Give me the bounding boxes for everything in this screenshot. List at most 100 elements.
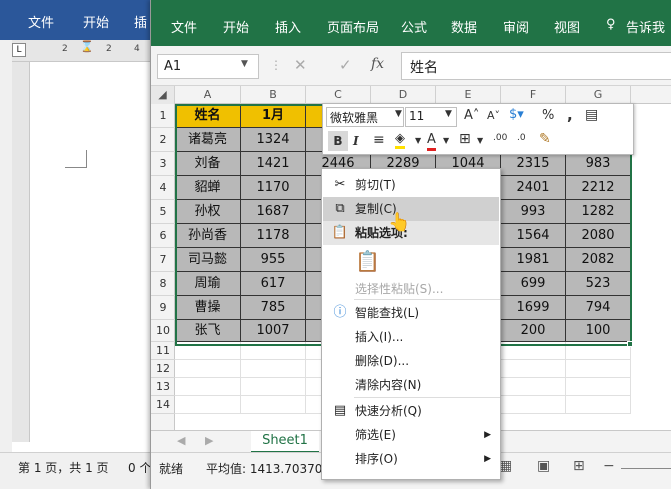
borders-icon[interactable]: ⊞ [459,131,471,147]
empty-cell[interactable] [241,342,306,360]
column-header[interactable]: F [501,86,566,104]
fill-handle[interactable] [627,341,633,347]
table-cell[interactable]: 1170 [241,176,306,200]
table-cell[interactable]: 993 [501,200,566,224]
insert-function-icon[interactable]: fx [371,56,384,72]
next-sheet-icon[interactable]: ▶ [205,434,213,447]
column-header[interactable]: A [175,86,241,104]
comma-style-button[interactable]: , [567,106,573,124]
column-header[interactable]: E [436,86,501,104]
zoom-slider[interactable] [621,468,671,469]
column-header[interactable]: D [371,86,436,104]
percent-button[interactable]: % [542,108,554,123]
row-header[interactable]: 13 [151,378,175,396]
row-header[interactable]: 3 [151,152,175,176]
table-cell[interactable]: 1699 [501,296,566,320]
empty-cell[interactable] [175,396,241,414]
page-break-view-icon[interactable]: ⊞ [573,458,585,474]
tab-view[interactable]: 视图 [554,17,580,36]
decrease-font-icon[interactable]: A˅ [487,109,500,122]
context-menu-item[interactable]: ⓘ 智能查找(L) [323,301,499,325]
table-cell[interactable]: 794 [566,296,631,320]
context-menu-item[interactable]: 清除内容(N) [323,373,499,397]
empty-cell[interactable] [501,396,566,414]
row-header[interactable]: 12 [151,360,175,378]
row-header[interactable]: 9 [151,296,175,320]
empty-cell[interactable] [566,378,631,396]
tab-review[interactable]: 审阅 [503,17,529,36]
table-cell[interactable]: 523 [566,272,631,296]
zoom-out-icon[interactable]: − [603,458,615,474]
chevron-down-icon[interactable]: ▼ [443,136,449,145]
bold-button[interactable]: B [328,131,348,151]
table-cell[interactable]: 1564 [501,224,566,248]
table-cell[interactable]: 周瑜 [175,272,241,296]
word-tab-file[interactable]: 文件 [28,12,54,31]
word-horizontal-ruler[interactable]: L 2 ⌛ 2 4 [12,40,160,62]
row-header[interactable]: 4 [151,176,175,200]
context-menu-item[interactable]: 插入(I)... [323,325,499,349]
drag-handle-icon[interactable]: ⋮ [270,58,282,72]
number-format-icon[interactable]: $▾ [509,107,524,122]
tab-home[interactable]: 开始 [223,17,249,36]
empty-cell[interactable] [241,360,306,378]
table-cell[interactable]: 刘备 [175,152,241,176]
chevron-down-icon[interactable]: ▼ [445,109,452,119]
table-cell[interactable]: 貂蝉 [175,176,241,200]
formula-input[interactable]: 姓名 [401,52,671,80]
row-header[interactable]: 1 [151,104,175,128]
row-header[interactable]: 10 [151,320,175,342]
table-cell[interactable]: 2212 [566,176,631,200]
word-document-page[interactable] [30,62,160,452]
chevron-down-icon[interactable]: ▼ [477,136,483,145]
empty-cell[interactable] [175,342,241,360]
font-name-select[interactable]: 微软雅黑 [326,107,404,127]
row-header[interactable]: 14 [151,396,175,414]
tab-data[interactable]: 数据 [451,17,477,36]
sheet-tab[interactable]: Sheet1 [251,431,319,453]
cancel-icon[interactable]: ✕ [294,56,307,74]
table-cell[interactable]: 孙权 [175,200,241,224]
word-tab-home[interactable]: 开始 [83,12,109,31]
italic-button[interactable]: I [353,131,359,151]
table-cell[interactable]: 1178 [241,224,306,248]
empty-cell[interactable] [501,360,566,378]
context-menu-item[interactable]: 排序(O) ▶ [323,447,499,471]
page-layout-view-icon[interactable]: ▣ [537,458,550,474]
indent-marker-icon[interactable]: ⌛ [80,40,94,53]
lightbulb-icon[interactable]: ♀ [606,17,616,32]
column-header[interactable]: C [306,86,371,104]
tab-stop-icon[interactable]: L [12,43,26,57]
empty-cell[interactable] [241,396,306,414]
table-cell[interactable]: 2080 [566,224,631,248]
empty-cell[interactable] [501,342,566,360]
table-cell[interactable]: 100 [566,320,631,342]
align-center-icon[interactable]: ≡ [373,132,385,148]
row-header[interactable]: 6 [151,224,175,248]
table-cell[interactable]: 785 [241,296,306,320]
table-cell[interactable]: 983 [566,152,631,176]
context-menu-item[interactable]: 删除(D)... [323,349,499,373]
table-cell[interactable]: 司马懿 [175,248,241,272]
empty-cell[interactable] [175,378,241,396]
select-all-corner[interactable]: ◢ [151,86,175,104]
table-cell[interactable]: 2315 [501,152,566,176]
empty-cell[interactable] [566,342,631,360]
empty-cell[interactable] [566,360,631,378]
table-cell[interactable]: 孙尚香 [175,224,241,248]
row-header[interactable]: 8 [151,272,175,296]
chevron-down-icon[interactable]: ▼ [395,109,402,119]
format-painter-table-icon[interactable]: ▤ [585,107,598,123]
table-cell[interactable]: 1981 [501,248,566,272]
tab-insert[interactable]: 插入 [275,17,301,36]
table-cell[interactable]: 诸葛亮 [175,128,241,152]
tab-file[interactable]: 文件 [171,17,197,36]
row-header[interactable]: 2 [151,128,175,152]
table-cell[interactable]: 1007 [241,320,306,342]
word-tab-insert[interactable]: 插 [134,12,147,31]
column-header[interactable]: B [241,86,306,104]
table-cell[interactable]: 2401 [501,176,566,200]
chevron-down-icon[interactable]: ▼ [415,136,421,145]
empty-cell[interactable] [501,378,566,396]
chevron-down-icon[interactable]: ▼ [241,59,248,69]
